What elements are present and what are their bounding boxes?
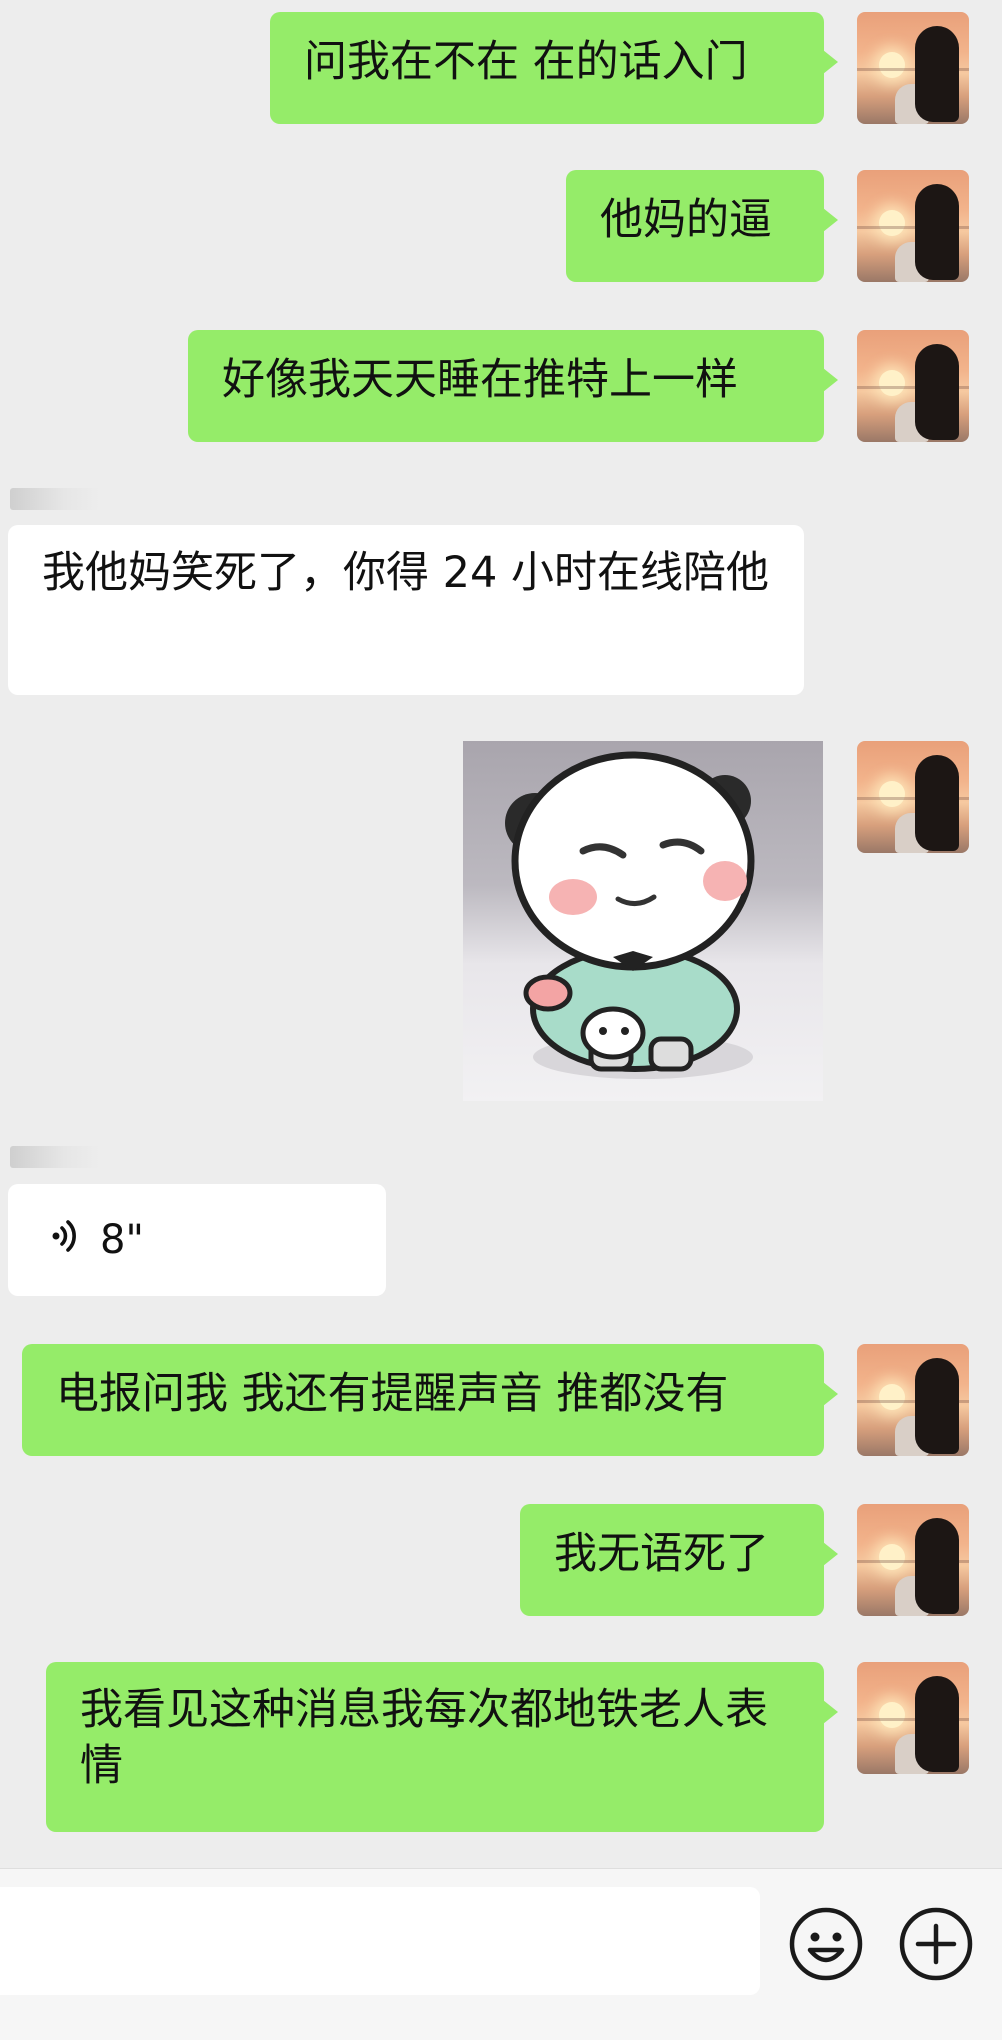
message-row-6: 8" <box>0 1140 1002 1300</box>
message-row-8: 我无语死了 <box>0 1490 1002 1620</box>
message-bubble-3[interactable]: 好像我天天睡在推特上一样 <box>188 330 838 442</box>
voice-duration: 8" <box>100 1217 144 1263</box>
my-avatar[interactable] <box>857 1662 969 1774</box>
message-text-1: 问我在不在 在的话入门 <box>304 37 748 87</box>
message-row-3: 好像我天天睡在推特上一样 <box>0 320 1002 450</box>
message-text-2: 他妈的逼 <box>600 195 772 245</box>
message-row-4: 我他妈笑死了，你得 24 小时在线陪他 <box>0 480 1002 700</box>
message-row-9: 我看见这种消息我每次都地铁老人表情 <box>0 1650 1002 1840</box>
my-avatar[interactable] <box>857 170 969 282</box>
chat-input-bar <box>0 1868 1002 2040</box>
message-row-1: 问我在不在 在的话入门 <box>0 0 1002 130</box>
message-row-2: 他妈的逼 <box>0 160 1002 290</box>
sender-name-blurred <box>10 488 100 510</box>
my-avatar[interactable] <box>857 1344 969 1456</box>
message-text-3: 好像我天天睡在推特上一样 <box>222 355 738 405</box>
message-bubble-9[interactable]: 我看见这种消息我每次都地铁老人表情 <box>46 1662 838 1832</box>
message-text-8: 我无语死了 <box>554 1529 769 1579</box>
voice-message-bubble[interactable]: 8" <box>8 1184 386 1296</box>
message-text-7: 电报问我 我还有提醒声音 推都没有 <box>56 1369 729 1419</box>
my-avatar[interactable] <box>857 330 969 442</box>
message-bubble-7[interactable]: 电报问我 我还有提醒声音 推都没有 <box>22 1344 838 1456</box>
message-text-4: 我他妈笑死了，你得 24 小时在线陪他 <box>42 548 770 598</box>
message-row-7: 电报问我 我还有提醒声音 推都没有 <box>0 1330 1002 1460</box>
message-text-9: 我看见这种消息我每次都地铁老人表情 <box>80 1685 768 1791</box>
message-bubble-1[interactable]: 问我在不在 在的话入门 <box>270 12 838 124</box>
emoji-icon[interactable] <box>788 1906 864 1982</box>
message-input[interactable] <box>0 1887 760 1995</box>
sender-name-blurred <box>10 1146 100 1168</box>
my-avatar[interactable] <box>857 741 969 853</box>
my-avatar[interactable] <box>857 1504 969 1616</box>
plus-icon[interactable] <box>898 1906 974 1982</box>
voice-wave-icon <box>52 1220 76 1252</box>
message-bubble-2[interactable]: 他妈的逼 <box>566 170 838 282</box>
panda-meme-sticker[interactable] <box>463 741 823 1101</box>
message-bubble-4[interactable]: 我他妈笑死了，你得 24 小时在线陪他 <box>8 525 804 695</box>
my-avatar[interactable] <box>857 12 969 124</box>
message-bubble-8[interactable]: 我无语死了 <box>520 1504 838 1616</box>
